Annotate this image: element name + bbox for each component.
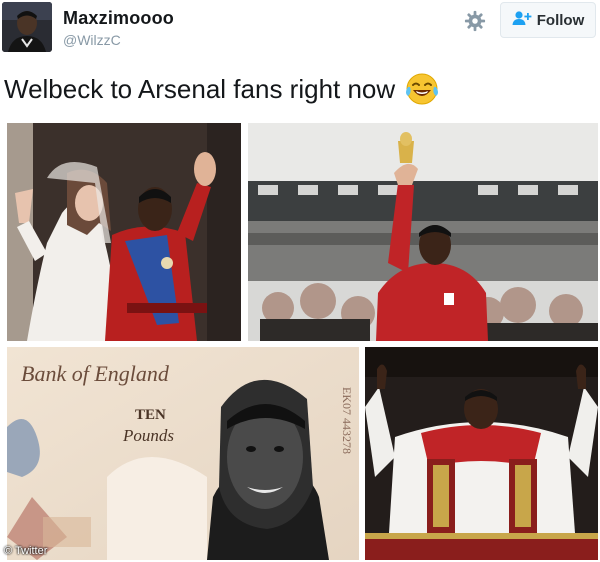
twitter-watermark: © Twitter [4, 545, 48, 557]
unit-word-text: Pounds [122, 426, 174, 445]
photo-trophy-celebration[interactable] [248, 123, 598, 341]
tweet-text: Welbeck to Arsenal fans right now [4, 72, 439, 106]
photo-papal-balcony[interactable] [365, 347, 598, 560]
add-user-icon [512, 10, 532, 31]
gear-icon[interactable] [464, 10, 486, 32]
photo-royal-wedding[interactable] [7, 123, 241, 341]
user-display-name[interactable]: Maxzimoooo [63, 8, 174, 29]
tweet-text-content: Welbeck to Arsenal fans right now [4, 73, 396, 104]
serial-text: EK07 443278 [340, 387, 354, 454]
photo-banknote[interactable]: Bank of England TEN Pounds EK07 443278 [7, 347, 359, 560]
follow-label: Follow [536, 11, 585, 29]
bank-name-text: Bank of England [21, 361, 170, 386]
user-handle[interactable]: @WilzzC [63, 32, 121, 48]
face-with-tears-of-joy-icon [405, 72, 439, 106]
follow-button[interactable]: Follow [500, 2, 596, 38]
user-avatar[interactable] [2, 2, 52, 52]
value-word-text: TEN [135, 407, 166, 423]
